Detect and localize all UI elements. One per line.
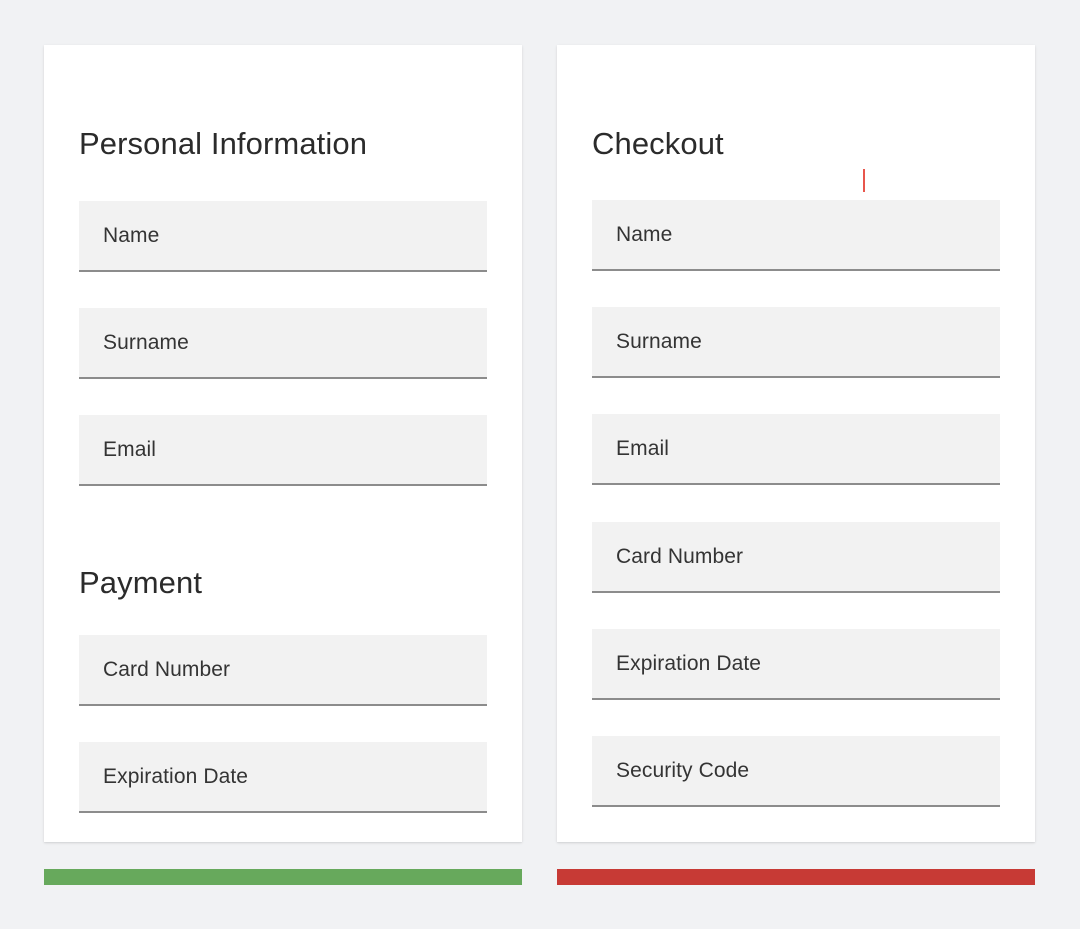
panel-left-content: Personal Information Name Surname Email … [44, 45, 522, 842]
input-field-email-left[interactable]: Email [79, 415, 487, 486]
input-field-card-number-right[interactable]: Card Number [592, 522, 1000, 593]
input-field-expiration-date-left[interactable]: Expiration Date [79, 742, 487, 813]
input-field-surname-left[interactable]: Surname [79, 308, 487, 379]
input-field-email-right[interactable]: Email [592, 414, 1000, 485]
input-field-expiration-date-right[interactable]: Expiration Date [592, 629, 1000, 700]
comparison-stage: Personal Information Name Surname Email … [0, 0, 1080, 929]
field-label-surname-right: Surname [616, 331, 702, 352]
input-field-name-left[interactable]: Name [79, 201, 487, 272]
text-cursor-caret-icon [863, 169, 865, 192]
field-label-surname-left: Surname [103, 332, 189, 353]
panel-personal-checkout: Personal Information Name Surname Email … [44, 45, 522, 842]
field-label-email-left: Email [103, 439, 156, 460]
input-field-name-right[interactable]: Name [592, 200, 1000, 271]
field-label-name-left: Name [103, 225, 159, 246]
input-field-security-code-right[interactable]: Security Code [592, 736, 1000, 807]
field-label-email-right: Email [616, 438, 669, 459]
accent-bar-right-red [557, 869, 1035, 885]
input-field-card-number-left[interactable]: Card Number [79, 635, 487, 706]
field-label-card-number-left: Card Number [103, 659, 230, 680]
field-label-expiration-date-left: Expiration Date [103, 766, 248, 787]
field-label-security-code-right: Security Code [616, 760, 749, 781]
accent-bar-left-green [44, 869, 522, 885]
page-title-checkout: Checkout [592, 128, 724, 159]
field-label-card-number-right: Card Number [616, 546, 743, 567]
panel-right-content: Checkout Name Surname Email Card Number … [557, 45, 1035, 842]
section-title-payment: Payment [79, 567, 202, 598]
input-field-surname-right[interactable]: Surname [592, 307, 1000, 378]
panel-checkout: Checkout Name Surname Email Card Number … [557, 45, 1035, 842]
field-label-expiration-date-right: Expiration Date [616, 653, 761, 674]
field-label-name-right: Name [616, 224, 672, 245]
page-title-personal-information: Personal Information [79, 128, 367, 159]
